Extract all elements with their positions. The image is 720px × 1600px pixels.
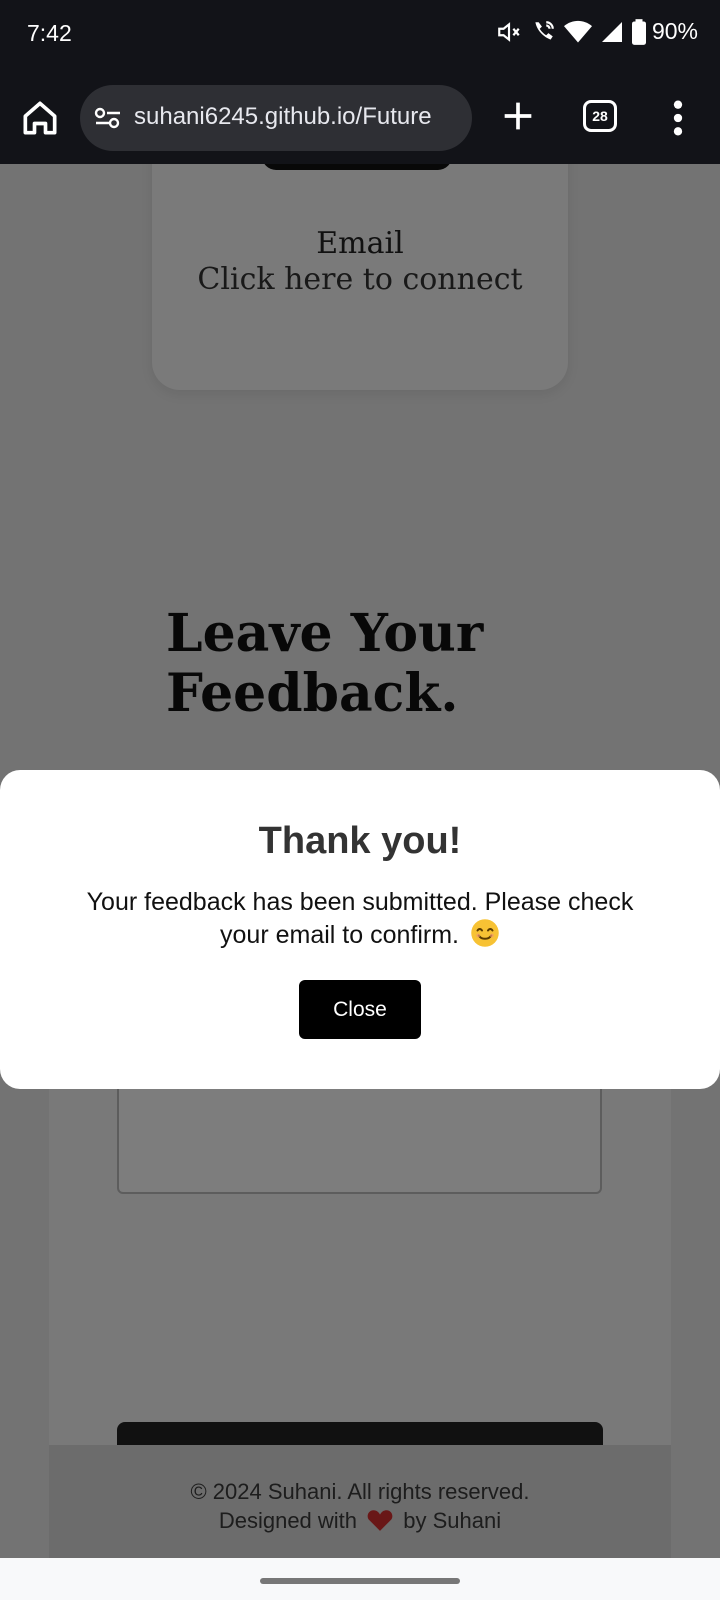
address-bar[interactable]: suhani6245.github.io/Future [80,85,472,151]
mute-icon [496,19,522,45]
thank-you-modal: Thank you! Your feedback has been submit… [0,770,720,1089]
wifi-calling-icon [530,19,556,45]
url-text[interactable]: suhani6245.github.io/Future [134,103,432,131]
battery-percent: 90% [651,18,698,44]
home-button[interactable] [18,96,62,140]
status-bar: 7:42 90% [0,0,720,72]
modal-title: Thank you! [258,820,462,862]
gesture-handle[interactable] [260,1578,460,1584]
plus-icon [504,102,532,130]
close-button[interactable]: Close [299,980,421,1039]
tab-switcher-button[interactable]: 28 [583,100,617,132]
site-settings-icon[interactable] [94,106,122,135]
browser-toolbar: suhani6245.github.io/Future 28 [0,72,720,164]
more-menu-button[interactable] [668,98,688,138]
status-icons: 90% [496,18,698,45]
smiling-face-icon [470,918,500,956]
wifi-icon [563,19,592,45]
home-icon [23,101,57,135]
system-nav-bar [0,1558,720,1600]
modal-message-wrap: Your feedback has been submitted. Please… [60,886,660,956]
more-vert-icon [673,100,683,136]
new-tab-button[interactable] [498,96,538,136]
modal-message: Your feedback has been submitted. Please… [86,888,634,949]
battery-icon [631,18,646,45]
status-time: 7:42 [27,20,72,46]
signal-icon [600,20,624,44]
